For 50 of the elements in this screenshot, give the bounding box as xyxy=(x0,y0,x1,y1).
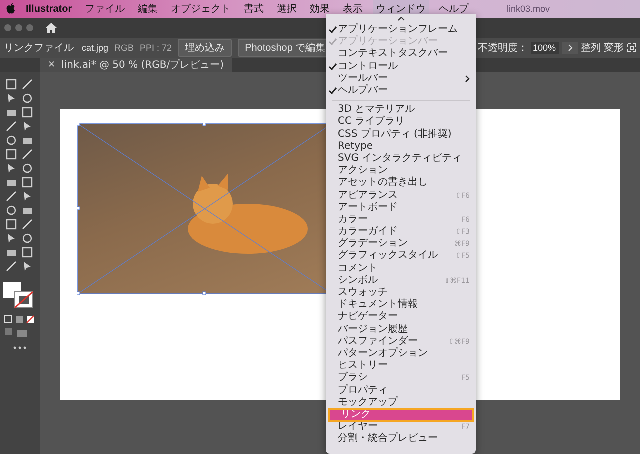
file-name[interactable]: cat.jpg xyxy=(82,43,109,53)
opacity-field[interactable]: 100% xyxy=(531,42,559,54)
menu-item[interactable]: ヒストリー xyxy=(326,360,476,372)
menu-item[interactable]: パターンオプション xyxy=(326,348,476,360)
window-title: link03.mov xyxy=(506,4,550,14)
menu-item[interactable]: ツールバー xyxy=(326,72,476,85)
scroll-up-icon[interactable] xyxy=(398,17,404,21)
menu-item[interactable]: コントロール xyxy=(326,60,476,73)
panel-link[interactable]: 変形 xyxy=(604,41,624,55)
menu-item[interactable]: コメント xyxy=(326,262,476,275)
menu-item[interactable]: リンク xyxy=(329,408,473,421)
close-tab-button[interactable]: × xyxy=(48,60,56,70)
menu-item[interactable]: 書式 xyxy=(241,0,268,18)
menu-item[interactable]: ナビゲーター xyxy=(326,311,476,324)
menu-item[interactable]: アプリケーションフレーム xyxy=(326,24,476,36)
menu-item[interactable]: プロパティ xyxy=(326,384,476,397)
apple-icon[interactable] xyxy=(6,3,16,15)
menu-item[interactable]: ヘルプバー xyxy=(326,84,476,98)
app-menu[interactable]: Illustrator xyxy=(26,4,72,14)
transform-icon[interactable] xyxy=(627,43,637,53)
menu-item[interactable]: アセットの書き出し xyxy=(326,177,476,190)
menu-item[interactable]: 表示 xyxy=(340,0,366,18)
menu-item[interactable]: 編集 xyxy=(135,0,162,18)
menu-item[interactable]: ヘルプ xyxy=(436,0,472,18)
menu-item[interactable]: オブジェクト xyxy=(168,0,234,18)
panel-link[interactable]: 整列 xyxy=(581,41,601,55)
menu-item[interactable]: アクション xyxy=(326,165,476,178)
color-mode: RGB xyxy=(114,43,134,53)
ppi-value: PPI : 72 xyxy=(140,43,172,53)
menu-item[interactable]: ドキュメント情報 xyxy=(326,299,476,312)
home-icon[interactable] xyxy=(46,23,57,33)
menu-item[interactable]: CC ライブラリ xyxy=(326,116,476,128)
menu-item[interactable]: ファイル xyxy=(82,0,128,18)
menu-item[interactable]: SVG インタラクティビティ xyxy=(326,152,476,166)
menu-item[interactable]: 選択 xyxy=(274,0,300,18)
menu-item[interactable]: CSS プロパティ (非推奨) xyxy=(326,128,476,141)
document-tab[interactable]: link.ai* @ 50 % (RGB/プレビュー) xyxy=(62,58,224,72)
menu-item[interactable]: 効果 xyxy=(307,0,334,18)
selection-label: リンクファイル xyxy=(4,42,74,55)
menu-item[interactable]: モックアップ xyxy=(326,396,476,409)
menu-item[interactable]: アートボード xyxy=(326,202,476,214)
more-tools-icon[interactable] xyxy=(13,346,27,350)
menu-item[interactable]: Retype xyxy=(326,140,476,153)
chevron-right-icon[interactable] xyxy=(562,42,578,54)
menu-item[interactable]: バージョン履歴 xyxy=(326,324,476,336)
menu-item[interactable]: 3D とマテリアル xyxy=(326,104,476,116)
control-button[interactable]: 埋め込み xyxy=(178,39,232,57)
menu-item[interactable]: スウォッチ xyxy=(326,286,476,300)
menu-item[interactable]: 分割・統合プレビュー xyxy=(326,433,476,446)
opacity-label: 不透明度： xyxy=(478,42,528,55)
